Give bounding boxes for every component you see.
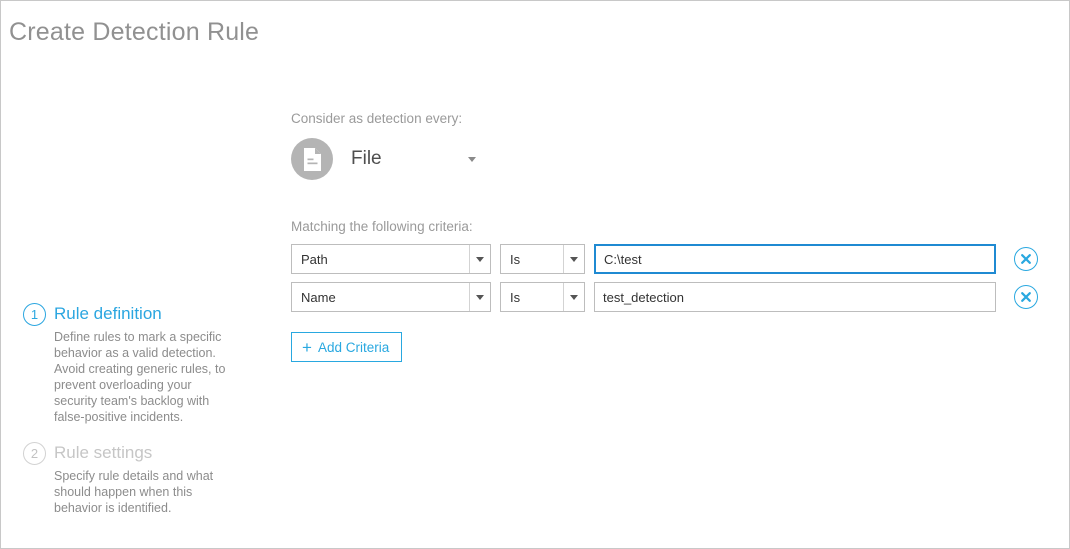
criteria-operator-select[interactable]: Is xyxy=(500,282,585,312)
add-criteria-button[interactable]: + Add Criteria xyxy=(291,332,402,362)
entity-type-row: File xyxy=(291,136,1039,182)
rule-wizard-stepper: 1 Rule definition Define rules to mark a… xyxy=(23,301,253,516)
file-document-icon xyxy=(291,138,333,180)
criteria-row: Path Is xyxy=(291,244,1039,274)
close-icon xyxy=(1020,291,1032,303)
remove-criteria-button[interactable] xyxy=(1014,285,1038,309)
criteria-row: Name Is xyxy=(291,282,1039,312)
criteria-operator-select[interactable]: Is xyxy=(500,244,585,274)
stepper-step-rule-settings[interactable]: 2 Rule settings Specify rule details and… xyxy=(23,440,253,516)
entity-type-label: Consider as detection every: xyxy=(291,111,1039,126)
step-number-badge: 1 xyxy=(23,303,46,326)
step-title: Rule definition xyxy=(54,304,162,324)
criteria-section: Matching the following criteria: Path Is xyxy=(291,219,1039,362)
step-description: Specify rule details and what should hap… xyxy=(54,468,236,516)
criteria-value-input[interactable] xyxy=(594,282,996,312)
criteria-field-select[interactable]: Name xyxy=(291,282,491,312)
chevron-down-icon xyxy=(469,283,490,311)
step-description: Define rules to mark a specific behavior… xyxy=(54,329,236,425)
step-header: 1 Rule definition xyxy=(23,301,253,327)
add-criteria-label: Add Criteria xyxy=(318,340,389,355)
chevron-down-icon xyxy=(563,245,584,273)
entity-type-select[interactable]: File xyxy=(351,148,476,170)
criteria-operator-value: Is xyxy=(501,252,563,267)
criteria-value-input[interactable] xyxy=(594,244,996,274)
criteria-field-value: Name xyxy=(292,290,469,305)
rule-definition-form: Consider as detection every: File Matchi… xyxy=(291,111,1039,362)
step-number-badge: 2 xyxy=(23,442,46,465)
step-header: 2 Rule settings xyxy=(23,440,253,466)
criteria-field-select[interactable]: Path xyxy=(291,244,491,274)
criteria-label: Matching the following criteria: xyxy=(291,219,1039,234)
chevron-down-icon xyxy=(469,245,490,273)
entity-type-value: File xyxy=(351,148,382,170)
create-detection-rule-page: Create Detection Rule 1 Rule definition … xyxy=(0,0,1070,549)
criteria-operator-value: Is xyxy=(501,290,563,305)
chevron-down-icon xyxy=(468,157,476,162)
stepper-step-rule-definition[interactable]: 1 Rule definition Define rules to mark a… xyxy=(23,301,253,425)
step-title: Rule settings xyxy=(54,443,152,463)
close-icon xyxy=(1020,253,1032,265)
criteria-field-value: Path xyxy=(292,252,469,267)
page-title: Create Detection Rule xyxy=(9,18,259,47)
remove-criteria-button[interactable] xyxy=(1014,247,1038,271)
chevron-down-icon xyxy=(563,283,584,311)
plus-icon: + xyxy=(302,339,312,356)
